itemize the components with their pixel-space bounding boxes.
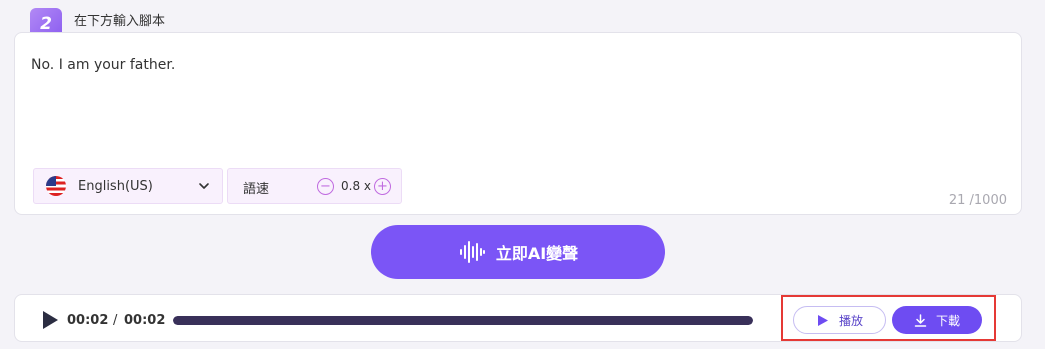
character-count: 21 /1000 <box>948 193 1007 208</box>
total-time: 00:02 <box>124 313 166 328</box>
speed-value: 0.8 x <box>341 179 371 193</box>
download-button[interactable]: 下載 <box>892 306 982 334</box>
download-button-label: 下載 <box>935 313 960 328</box>
playback-progress-bar[interactable] <box>173 316 753 325</box>
speech-speed-control: 語速 − 0.8 x + <box>227 168 402 204</box>
ai-voice-change-label: 立即AI變聲 <box>495 244 579 263</box>
language-select[interactable]: English(US) <box>33 168 223 204</box>
play-icon <box>817 314 828 326</box>
speed-label: 語速 <box>243 182 270 197</box>
ai-voice-change-button[interactable]: 立即AI變聲 <box>371 225 665 279</box>
play-icon[interactable] <box>41 310 59 330</box>
download-icon <box>914 313 927 327</box>
time-separator: / <box>113 313 118 328</box>
us-flag-icon <box>46 176 66 196</box>
plus-circle-icon[interactable]: + <box>374 178 391 195</box>
sound-wave-icon <box>459 241 485 263</box>
step-title: 在下方輸入腳本 <box>74 14 166 29</box>
play-button[interactable]: 播放 <box>793 306 886 334</box>
script-textarea[interactable]: No. I am your father. <box>31 57 175 73</box>
language-label: English(US) <box>78 178 153 194</box>
script-editor-card: No. I am your father. English(US) 語速 − 0… <box>14 32 1022 215</box>
play-button-label: 播放 <box>838 313 863 328</box>
chevron-down-icon <box>199 183 209 189</box>
minus-circle-icon[interactable]: − <box>317 178 334 195</box>
progress-fill <box>173 316 753 325</box>
current-time: 00:02 <box>67 313 109 328</box>
